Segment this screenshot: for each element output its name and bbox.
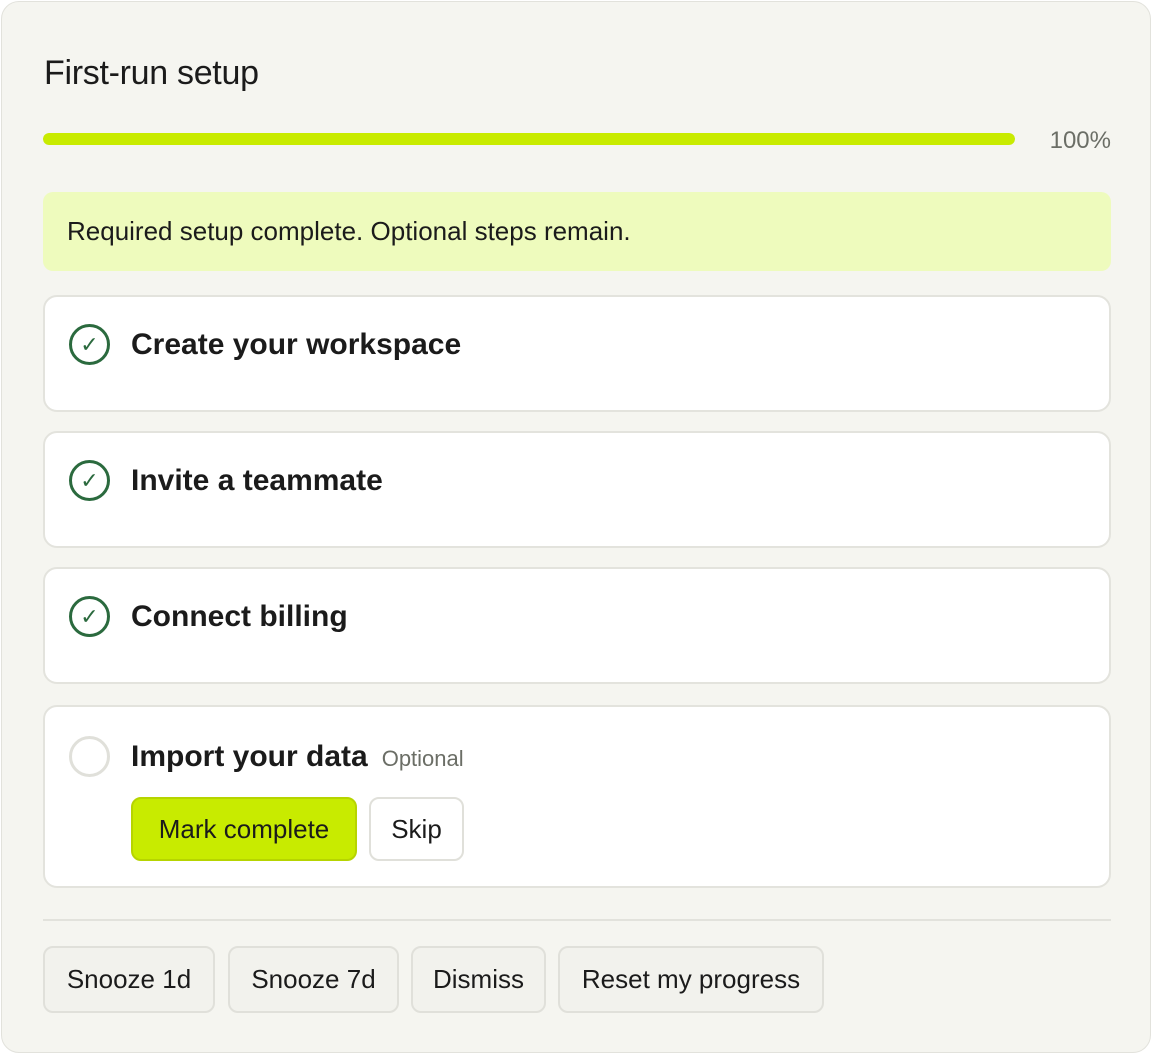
- progress-row: 100%: [43, 127, 1111, 158]
- step-connect-billing[interactable]: ✓ Connect billing: [43, 567, 1111, 684]
- setup-panel: First-run setup 100% Required setup comp…: [1, 1, 1151, 1053]
- progress-track: [43, 133, 1015, 145]
- check-circle-icon: ✓: [69, 596, 110, 637]
- progress-fill: [43, 133, 1015, 145]
- step-create-workspace[interactable]: ✓ Create your workspace: [43, 295, 1111, 412]
- reset-progress-button[interactable]: Reset my progress: [558, 946, 824, 1013]
- check-circle-icon: ✓: [69, 460, 110, 501]
- step-invite-teammate[interactable]: ✓ Invite a teammate: [43, 431, 1111, 548]
- divider: [43, 919, 1111, 921]
- step-title-text: Import your data: [131, 740, 368, 773]
- snooze-7d-button[interactable]: Snooze 7d: [228, 946, 399, 1013]
- check-circle-icon: ✓: [69, 324, 110, 365]
- status-banner: Required setup complete. Optional steps …: [43, 192, 1111, 271]
- step-import-data[interactable]: Import your data Optional Mark complete S…: [43, 705, 1111, 888]
- step-title: Import your data Optional: [131, 740, 464, 774]
- empty-circle-icon[interactable]: [69, 736, 110, 777]
- snooze-1d-button[interactable]: Snooze 1d: [43, 946, 215, 1013]
- page-title: First-run setup: [44, 54, 259, 92]
- progress-percent: 100%: [1049, 127, 1111, 154]
- dismiss-button[interactable]: Dismiss: [411, 946, 546, 1013]
- skip-button[interactable]: Skip: [369, 797, 464, 861]
- step-title: Connect billing: [131, 600, 348, 633]
- step-title: Create your workspace: [131, 328, 462, 361]
- optional-tag: Optional: [381, 746, 464, 771]
- mark-complete-button[interactable]: Mark complete: [131, 797, 357, 861]
- step-title: Invite a teammate: [131, 464, 383, 497]
